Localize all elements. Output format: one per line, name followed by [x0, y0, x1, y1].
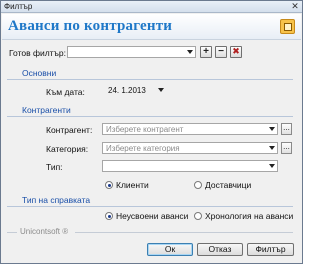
date-value: 24. 1.2013 [108, 86, 146, 95]
category-browse-button[interactable]: ... [281, 142, 292, 154]
chevron-down-icon [187, 50, 193, 54]
section-report-type-title: Тип на справката [22, 195, 91, 205]
radio-clients[interactable] [105, 181, 113, 189]
counterparty-browse-button[interactable]: ... [281, 123, 292, 135]
radio-advance-history[interactable] [194, 212, 202, 220]
section-report-type-divider [7, 206, 293, 207]
section-basic-divider [7, 79, 293, 80]
title-bar: Филтър ✕ [1, 1, 302, 13]
chevron-down-icon [269, 127, 275, 131]
section-basic-title: Основни [22, 68, 57, 78]
brand-label: Unicontsoft ® [20, 227, 69, 236]
footer-divider-left [7, 232, 17, 233]
type-select[interactable] [102, 160, 278, 172]
category-select[interactable]: Изберете категория [102, 142, 278, 154]
counterparty-placeholder: Изберете контрагент [106, 125, 184, 134]
header-band: Аванси по контрагенти [2, 14, 301, 40]
chevron-down-icon [269, 146, 275, 150]
type-label: Тип: [46, 162, 63, 172]
footer-divider-right [75, 232, 293, 233]
dialog-heading: Аванси по контрагенти [8, 18, 173, 34]
add-filter-button[interactable]: + [200, 46, 212, 58]
delete-filter-button[interactable]: ✖ [230, 46, 242, 58]
remove-filter-button[interactable]: − [215, 46, 227, 58]
close-icon[interactable]: ✕ [290, 2, 300, 11]
filter-button[interactable]: Филтър [247, 243, 294, 256]
chevron-down-icon [158, 88, 164, 92]
counterparty-select[interactable]: Изберете контрагент [102, 123, 278, 135]
radio-suppliers-label[interactable]: Доставчици [205, 180, 251, 190]
counterparty-label: Контрагент: [46, 125, 93, 135]
window-title: Филтър [4, 2, 33, 11]
radio-clients-label[interactable]: Клиенти [116, 180, 149, 190]
filter-dialog: Филтър ✕ Аванси по контрагенти Готов фил… [0, 0, 303, 264]
section-counterparties-divider [7, 116, 293, 117]
radio-unused-advances-label[interactable]: Неусвоени аванси [116, 211, 188, 221]
ready-filter-select[interactable] [67, 46, 196, 58]
ok-button[interactable]: Ок [147, 243, 193, 256]
chevron-down-icon [269, 164, 275, 168]
cancel-button[interactable]: Отказ [197, 243, 243, 256]
radio-suppliers[interactable] [194, 181, 202, 189]
date-label: Към дата: [46, 87, 85, 97]
date-picker[interactable]: 24. 1.2013 [105, 85, 166, 97]
radio-advance-history-label[interactable]: Хронология на аванси [205, 211, 293, 221]
category-label: Категория: [46, 144, 89, 154]
filter-settings-icon[interactable] [280, 19, 295, 34]
section-counterparties-title: Контрагенти [22, 105, 71, 115]
category-placeholder: Изберете категория [106, 144, 180, 153]
radio-unused-advances[interactable] [105, 212, 113, 220]
ready-filter-label: Готов филтър: [9, 48, 66, 58]
